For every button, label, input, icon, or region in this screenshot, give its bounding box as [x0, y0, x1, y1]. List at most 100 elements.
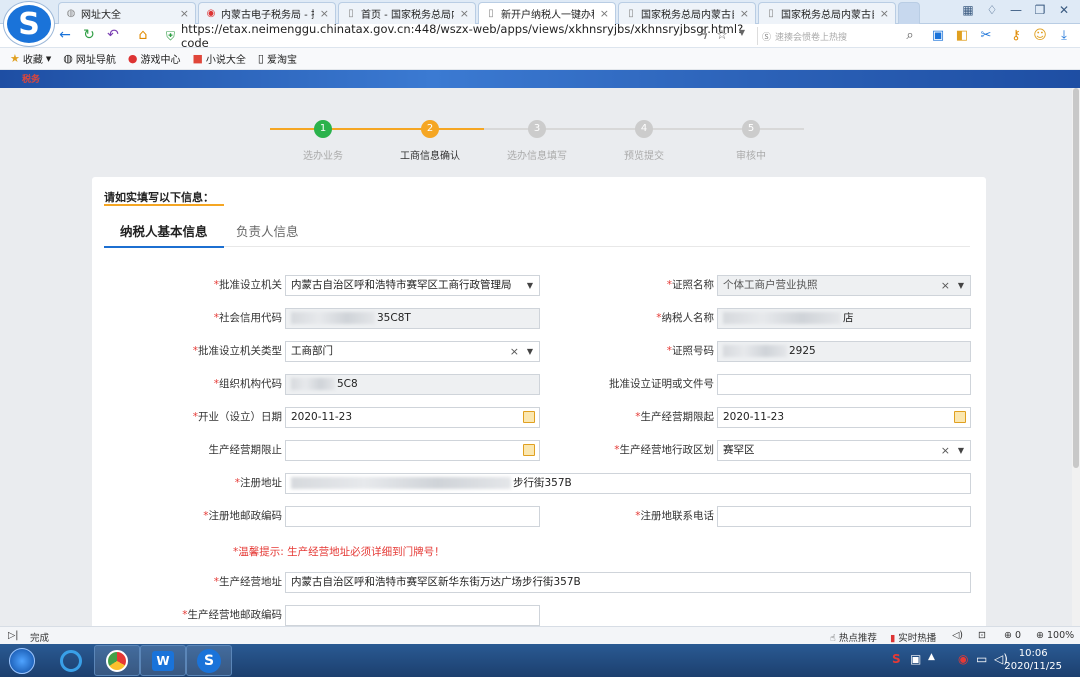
undo-icon[interactable]: ↶: [104, 27, 122, 43]
key-icon[interactable]: ⚷: [1008, 28, 1024, 43]
registered-address-input[interactable]: 步行街357B: [285, 473, 971, 494]
chevron-down-icon: ▼: [45, 54, 52, 63]
license-name-select[interactable]: 个体工商户营业执照 × ▼: [717, 275, 971, 296]
opening-date-input[interactable]: 2020-11-23: [285, 407, 540, 428]
close-icon[interactable]: ×: [740, 7, 749, 20]
minimize-icon[interactable]: —: [1008, 3, 1024, 17]
security-icon[interactable]: ◉: [958, 652, 968, 666]
browser-logo-icon[interactable]: S: [4, 2, 54, 46]
skin-icon[interactable]: ▦: [960, 3, 976, 17]
system-clock[interactable]: 10:06 2020/11/25: [1004, 647, 1062, 673]
speaker-icon[interactable]: ◁): [952, 630, 963, 641]
field-label: *批准设立机关: [213, 279, 282, 291]
tab-taxpayer-info[interactable]: 纳税人基本信息: [104, 204, 223, 248]
sidebar-toggle-icon[interactable]: ▷|: [8, 630, 19, 641]
download-counter[interactable]: ⊕ 0: [1004, 630, 1021, 641]
term-end-date-input[interactable]: [285, 440, 540, 461]
page-icon: ▯: [257, 52, 264, 65]
chrome-icon: [106, 649, 128, 672]
admin-division-select[interactable]: 赛罕区 × ▼: [717, 440, 971, 461]
search-engine-icon: Ⓢ: [762, 32, 772, 43]
download-icon[interactable]: ⤓: [1056, 28, 1072, 43]
page-scrollbar[interactable]: [1072, 88, 1080, 626]
bookmark-item[interactable]: ■ 小说大全: [192, 51, 245, 66]
taskbar-app[interactable]: W: [140, 645, 186, 676]
authority-type-select[interactable]: 工商部门 × ▼: [285, 341, 540, 362]
taskbar-app[interactable]: [94, 645, 140, 676]
form-tabs: 纳税人基本信息 负责人信息: [104, 204, 970, 248]
search-input[interactable]: Ⓢ 速揍会惯卷上热搜: [757, 27, 919, 45]
home-icon[interactable]: ⌂: [134, 27, 152, 43]
star-icon[interactable]: ☆: [714, 28, 730, 43]
field-label: *证照名称: [666, 279, 714, 291]
registered-phone-input[interactable]: [717, 506, 971, 527]
smile-icon[interactable]: ☺: [1032, 28, 1048, 43]
scissors-icon[interactable]: ✂: [978, 28, 994, 43]
page-icon: ▯: [628, 8, 634, 19]
form-panel: 请如实填写以下信息： 纳税人基本信息 负责人信息: [92, 177, 986, 626]
taskbar-app[interactable]: [48, 645, 94, 676]
lightning-icon[interactable]: ϟ: [696, 28, 712, 43]
back-icon[interactable]: ←: [56, 27, 74, 43]
new-tab-button[interactable]: [898, 2, 920, 24]
tray-app-icon[interactable]: ▣: [910, 652, 921, 666]
search-icon[interactable]: ⌕: [902, 28, 918, 43]
chevron-down-icon[interactable]: ▼: [734, 28, 750, 37]
browser-tab[interactable]: ◍ 网址大全 ×: [58, 2, 196, 24]
close-icon[interactable]: ×: [180, 7, 189, 20]
address-warning: *温馨提示: 生产经营地址必须详细到门牌号！: [233, 546, 445, 558]
lock-icon[interactable]: ⊡: [978, 630, 986, 641]
browser-tab[interactable]: ▯首页 - 国家税务总局内蒙×: [338, 2, 476, 24]
chevron-up-icon[interactable]: ▲: [928, 652, 935, 662]
approval-doc-number-input[interactable]: [717, 374, 971, 395]
network-icon[interactable]: ▭: [976, 652, 987, 666]
bookmark-item[interactable]: ● 游戏中心: [128, 51, 181, 66]
close-window-icon[interactable]: ✕: [1056, 3, 1072, 17]
refresh-icon[interactable]: ↻: [80, 27, 98, 43]
step-3: 3 选办信息填写: [497, 120, 577, 162]
clear-icon: ×: [940, 444, 950, 457]
zoom-control[interactable]: ⊕ 100%: [1036, 630, 1074, 641]
registered-postcode-input[interactable]: [285, 506, 540, 527]
tab-principal-info[interactable]: 负责人信息: [236, 221, 299, 240]
shield-icon: ⛨: [166, 28, 176, 43]
browser-tab[interactable]: ▯ 国家税务总局内蒙古自 ×: [618, 2, 756, 24]
taskbar-app[interactable]: S: [186, 645, 232, 676]
ime-icon[interactable]: S: [892, 652, 901, 666]
browser-tab-bar: ◍网址大全× ◉内蒙古电子税务局 - 搜× ▯首页 - 国家税务总局内蒙× ▯新…: [0, 0, 1080, 24]
extension-icon[interactable]: ▣: [930, 28, 946, 43]
business-address-input[interactable]: 内蒙古自治区呼和浩特市赛罕区新华东街万达广场步行街357B: [285, 572, 971, 593]
status-text: 完成: [30, 633, 50, 644]
close-icon[interactable]: ×: [880, 7, 889, 20]
close-icon[interactable]: ×: [320, 7, 329, 20]
live-button[interactable]: ▮ 实时热播: [890, 630, 936, 644]
globe-icon: ◍: [63, 52, 73, 65]
browser-tab[interactable]: ◉ 内蒙古电子税务局 - 搜 ×: [198, 2, 336, 24]
translate-icon[interactable]: ◧: [954, 28, 970, 43]
business-postcode-input[interactable]: [285, 605, 540, 626]
credit-code-field: 35C8T: [285, 308, 540, 329]
scrollbar-thumb[interactable]: [1073, 88, 1079, 468]
close-icon[interactable]: ×: [460, 7, 469, 20]
close-icon[interactable]: ×: [600, 7, 609, 20]
url-field[interactable]: ⛨ https://etax.neimenggu.chinatax.gov.cn:…: [166, 22, 746, 50]
bookmark-favorites[interactable]: ★ 收藏 ▼: [10, 51, 51, 66]
browser-tab[interactable]: ▯ 国家税务总局内蒙古自 ×: [758, 2, 896, 24]
progress-steps: 1 选办业务 2 工商信息确认 3 选办信息填写 4 预览提交 5 审核中: [0, 88, 1072, 178]
bookmark-bar: ★ 收藏 ▼ ◍ 网址导航 ● 游戏中心 ■ 小说大全 ▯ 爱淘宝: [0, 48, 1080, 70]
step-5: 5 审核中: [711, 120, 791, 162]
bookmark-item[interactable]: ◍ 网址导航: [63, 51, 116, 66]
field-label: *生产经营地址: [213, 576, 282, 588]
start-button[interactable]: [2, 645, 42, 676]
shirt-icon[interactable]: ♢: [984, 3, 1000, 17]
maximize-icon[interactable]: ❐: [1032, 3, 1048, 17]
browser-tab-active[interactable]: ▯ 新开户纳税人一键办税 ×: [478, 2, 616, 24]
hand-icon: ☝: [830, 633, 836, 644]
term-start-date-input[interactable]: 2020-11-23: [717, 407, 971, 428]
hot-recommend-button[interactable]: ☝ 热点推荐: [830, 630, 877, 644]
field-label: *纳税人名称: [656, 312, 714, 324]
clear-icon: ×: [509, 345, 519, 358]
calendar-icon: [954, 411, 966, 423]
bookmark-item[interactable]: ▯ 爱淘宝: [258, 51, 297, 66]
approval-authority-select[interactable]: 内蒙古自治区呼和浩特市赛罕区工商行政管理局 ▼: [285, 275, 540, 296]
